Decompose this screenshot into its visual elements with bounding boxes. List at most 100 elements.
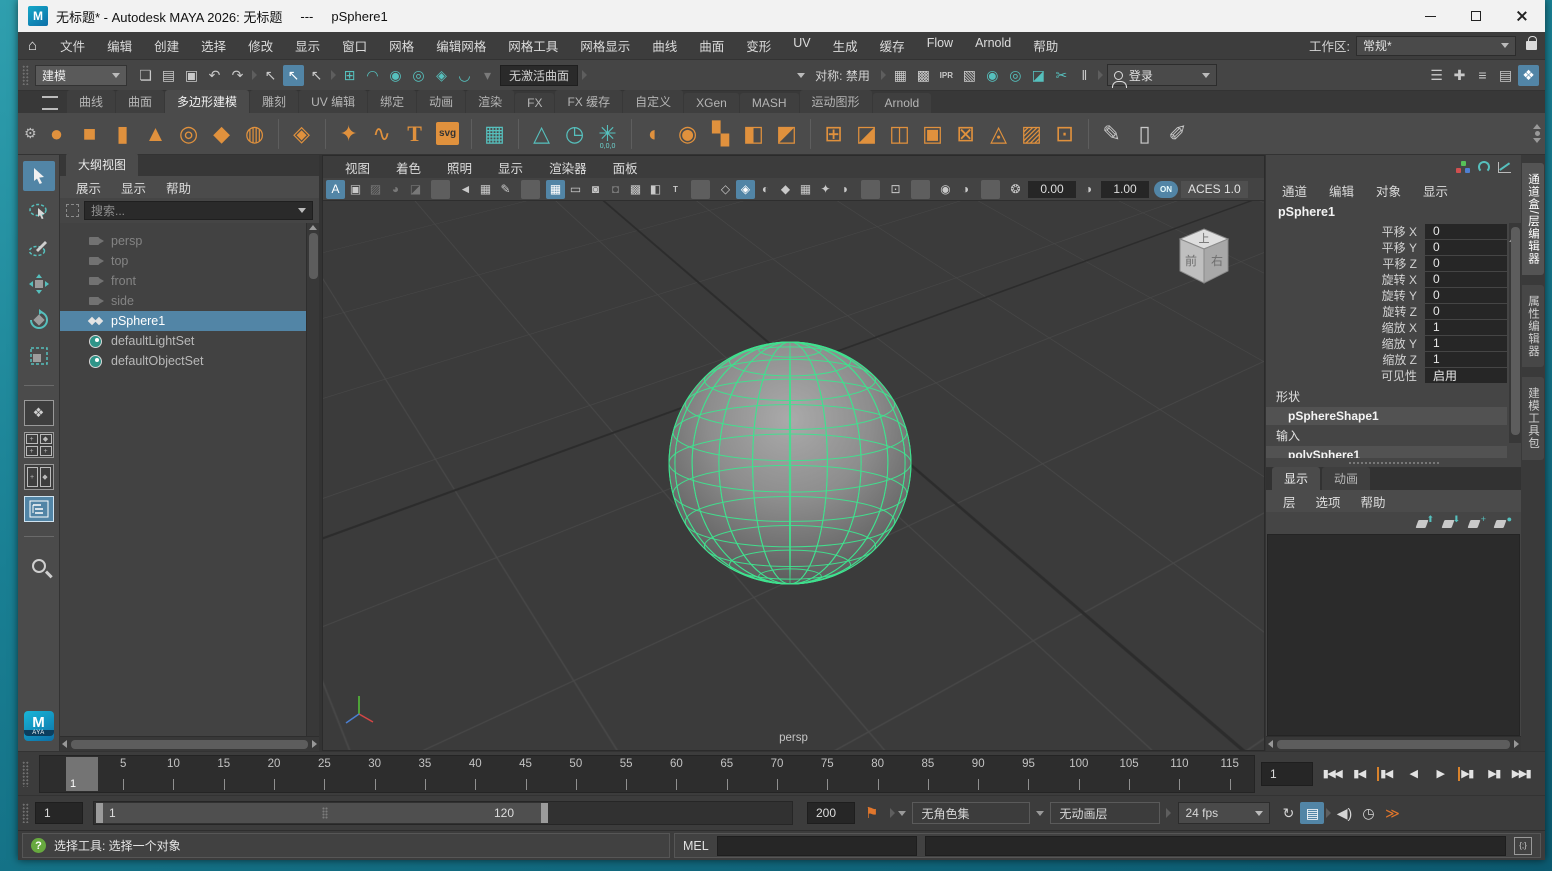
outliner-tab[interactable]: 大纲视图 [66, 153, 139, 176]
outliner-menu-item[interactable]: 帮助 [158, 176, 199, 199]
mel-label[interactable]: MEL [683, 839, 709, 853]
channel-value-field[interactable]: 0 [1425, 255, 1507, 271]
platonic-solid-icon[interactable]: ◈ [287, 118, 317, 150]
outliner-item[interactable]: defaultLightSet [60, 331, 319, 351]
menubar-item[interactable]: 选择 [190, 32, 237, 59]
boolean-union-icon[interactable]: ◧ [739, 118, 769, 150]
separator[interactable] [861, 179, 880, 199]
separator[interactable] [691, 179, 710, 199]
shelf-tab[interactable]: 曲面 [116, 90, 165, 113]
channel-value-field[interactable]: 启用 [1425, 367, 1507, 383]
svg-tool-icon[interactable]: svg [433, 118, 463, 150]
snap-projected-center-icon[interactable]: ◎ [408, 65, 429, 86]
snap-origin-icon[interactable]: ✳ 0,0,0 [593, 118, 623, 150]
undo-icon[interactable]: ↶ [204, 65, 225, 86]
outliner-item[interactable]: side [60, 291, 319, 311]
layer-editor-menu-item[interactable]: 层 [1274, 490, 1305, 513]
shadows-icon[interactable]: ◗ [836, 180, 855, 199]
viewport-menu-item[interactable]: 照明 [435, 155, 484, 180]
chevron-down-icon[interactable] [797, 72, 806, 78]
separator[interactable] [809, 118, 811, 149]
mirror-geometry-icon[interactable]: ◐ [640, 118, 670, 150]
outliner-item[interactable]: defaultObjectSet [60, 351, 319, 371]
move-layer-down-icon[interactable]: ⬇ [1443, 515, 1460, 529]
menubar-item[interactable]: 编辑网格 [425, 32, 497, 59]
type-tool-icon[interactable]: T [400, 118, 430, 150]
input-node-name[interactable]: polySphere1 [1266, 446, 1507, 458]
separator[interactable] [517, 118, 519, 149]
active-surface-field[interactable]: 无激活曲面 [500, 64, 579, 86]
hypershade-icon[interactable]: ◎ [1005, 65, 1026, 86]
wireframe-on-shaded-icon[interactable]: ▦ [796, 180, 815, 199]
safe-title-icon[interactable]: T [666, 180, 685, 199]
lattice-icon[interactable]: ⊡ [1050, 118, 1080, 150]
menubar-item[interactable]: UV [782, 32, 821, 59]
menubar-item[interactable]: 曲面 [688, 32, 735, 59]
layout-four-pane-button[interactable]: + ◆ + + [23, 432, 54, 458]
sidebar-tab[interactable]: 属性编辑器 [1522, 284, 1544, 368]
channel-value-field[interactable]: 0 [1425, 287, 1507, 303]
menubar-item[interactable]: 创建 [143, 32, 190, 59]
poly-plane-icon[interactable]: ◆ [207, 118, 237, 150]
layer-editor-menu-item[interactable]: 帮助 [1352, 490, 1395, 513]
poly-cube-icon[interactable]: ■ [75, 118, 105, 150]
snap-view-plane-icon[interactable]: ◈ [431, 65, 452, 86]
viewport-menu-item[interactable]: 面板 [601, 155, 650, 180]
time-editor-icon[interactable]: ◷ [560, 118, 590, 150]
separator[interactable] [981, 179, 1000, 199]
snap-point-icon[interactable]: ◉ [385, 65, 406, 86]
select-hierarchy-icon[interactable]: ↖ [260, 65, 281, 86]
curve-warp-icon[interactable]: ∿ [367, 118, 397, 150]
select-component-icon[interactable]: ↖ [306, 65, 327, 86]
2d-pan-zoom-icon[interactable]: ◄ [456, 180, 475, 199]
play-forwards-button[interactable]: ▶ [1427, 761, 1453, 787]
greasepencil-icon[interactable]: ✎ [496, 180, 515, 199]
menubar-item[interactable]: 曲线 [641, 32, 688, 59]
lighting-icon[interactable]: ◪ [1028, 65, 1049, 86]
layer-list[interactable] [1267, 534, 1520, 736]
channel-box-menu-item[interactable]: 显示 [1413, 178, 1458, 203]
layer-editor-tab[interactable]: 动画 [1322, 467, 1371, 490]
audio-mute-icon[interactable]: ◀) [1332, 802, 1356, 824]
menubar-item[interactable]: 窗口 [331, 32, 378, 59]
layout-two-pane-button[interactable]: + ◆ [23, 464, 54, 490]
bookmark-icon[interactable]: ⚑ [865, 804, 878, 822]
sidebar-tab[interactable]: 建模工具包 [1522, 377, 1544, 460]
render-current-frame-icon[interactable]: ▩ [913, 65, 934, 86]
outliner-menu-item[interactable]: 显示 [113, 176, 154, 199]
exposure-icon[interactable]: ❂ [1006, 180, 1025, 199]
film-gate-icon[interactable]: ▭ [566, 180, 585, 199]
texture-view-icon[interactable]: ◉ [982, 65, 1003, 86]
oversc​an-icon[interactable]: ▦ [476, 180, 495, 199]
shelf-tab[interactable]: MASH [739, 93, 799, 113]
crease-tool-icon[interactable]: ✎ [1097, 118, 1127, 150]
snap-options-caret-icon[interactable]: ▾ [477, 65, 498, 86]
smooth-icon[interactable]: ◩ [772, 118, 802, 150]
shelf-tab[interactable]: Arnold [872, 93, 932, 113]
chevron-down-icon[interactable] [1036, 810, 1045, 816]
menubar-item[interactable]: 修改 [237, 32, 284, 59]
open-scene-icon[interactable]: ▤ [158, 65, 179, 86]
panel-splitter[interactable] [1266, 458, 1521, 467]
scrollbar-thumb[interactable] [1277, 739, 1510, 749]
make-live-icon[interactable]: ◡ [454, 65, 475, 86]
separator[interactable] [630, 118, 632, 149]
gamma-field[interactable]: 1.00 [1101, 180, 1149, 198]
separator[interactable] [324, 118, 326, 149]
shaded-mode-icon[interactable]: ◈ [736, 179, 755, 199]
separate-icon[interactable]: ▚ [706, 118, 736, 150]
range-slider-grip[interactable] [22, 803, 29, 823]
layer-editor-menu-item[interactable]: 选项 [1307, 490, 1350, 513]
poly-cylinder-icon[interactable]: ▮ [108, 118, 138, 150]
range-slider-active[interactable]: 1 120 [96, 803, 548, 823]
super-shape-icon[interactable]: ▦ [480, 118, 510, 150]
channel-value-field[interactable]: 0 [1425, 223, 1507, 239]
outliner-search-input[interactable]: 搜索... [84, 201, 313, 220]
scrollbar-thumb[interactable] [308, 233, 318, 279]
outliner-item[interactable]: top [60, 251, 319, 271]
sculpt-shift-icon[interactable]: ✐ [1163, 118, 1193, 150]
shelf-tab[interactable]: UV 编辑 [299, 90, 368, 113]
fill-hole-icon[interactable]: ▣ [918, 118, 948, 150]
lock-workspace-icon[interactable] [1526, 36, 1537, 50]
layer-horizontal-scrollbar[interactable] [1266, 736, 1521, 751]
